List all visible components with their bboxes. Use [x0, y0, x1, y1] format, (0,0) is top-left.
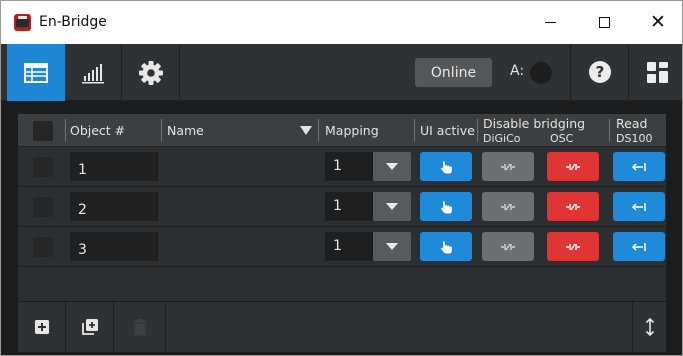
- read-ds100-button[interactable]: [613, 192, 665, 221]
- resize-vertical-icon: [645, 318, 654, 336]
- disable-digico-button[interactable]: [482, 232, 534, 261]
- app-logo-icon: [14, 14, 31, 31]
- unlink-icon: [501, 243, 515, 250]
- table-row: 1: [18, 227, 666, 267]
- close-icon: ✕: [650, 11, 666, 33]
- column-header-digico: DiGiCo: [483, 132, 521, 145]
- table-header: Object # Name Mapping UI active Disable …: [18, 114, 666, 147]
- unlink-icon: [501, 163, 515, 170]
- tab-statistics[interactable]: [65, 44, 122, 101]
- close-button[interactable]: ✕: [635, 1, 681, 44]
- duplicate-icon: [81, 319, 98, 335]
- column-header-object[interactable]: Object #: [70, 114, 125, 147]
- duplicate-row-button[interactable]: [66, 302, 114, 352]
- column-header-osc: OSC: [550, 132, 574, 145]
- title-bar: En-Bridge ✕: [1, 1, 682, 44]
- column-divider: [65, 119, 66, 142]
- mapping-value: 1: [333, 198, 342, 214]
- online-button[interactable]: Online: [415, 58, 492, 87]
- hand-pointer-icon: [440, 201, 452, 213]
- resize-rows-button[interactable]: [632, 302, 666, 352]
- disable-digico-button[interactable]: [482, 192, 534, 221]
- disable-osc-button[interactable]: [547, 192, 599, 221]
- object-number-input[interactable]: [70, 152, 158, 181]
- arrow-left-import-icon: [631, 162, 646, 171]
- column-divider: [414, 119, 415, 142]
- hand-pointer-icon: [440, 241, 452, 253]
- disable-osc-button[interactable]: [547, 152, 599, 181]
- column-header-disable-bridging: Disable bridging: [483, 116, 586, 131]
- column-header-ds100: DS100: [616, 132, 653, 145]
- arrow-left-import-icon: [631, 242, 646, 251]
- mapping-dropdown[interactable]: 1: [325, 152, 411, 181]
- read-ds100-button[interactable]: [613, 232, 665, 261]
- column-divider: [477, 119, 478, 142]
- sort-descending-icon[interactable]: [300, 126, 312, 135]
- minimize-button[interactable]: [527, 1, 573, 44]
- ui-active-button[interactable]: [420, 152, 472, 181]
- delete-row-button[interactable]: [114, 302, 166, 352]
- column-divider: [609, 119, 610, 142]
- tab-table-view[interactable]: [7, 44, 65, 101]
- app-window: En-Bridge ✕ Online A: ? Object # Name Ma…: [0, 0, 683, 356]
- row-select-checkbox[interactable]: [33, 197, 53, 217]
- chevron-down-icon[interactable]: [373, 192, 411, 221]
- gear-icon: [139, 60, 163, 85]
- bar-chart-icon: [82, 63, 104, 83]
- object-table: Object # Name Mapping UI active Disable …: [18, 114, 666, 301]
- add-row-button[interactable]: [18, 302, 66, 352]
- mapping-value: 1: [333, 238, 342, 254]
- protocol-a-status-led: [530, 62, 552, 84]
- disable-digico-button[interactable]: [482, 152, 534, 181]
- window-title: En-Bridge: [39, 14, 107, 30]
- column-header-ui-active: UI active: [420, 123, 475, 138]
- help-icon[interactable]: ?: [589, 61, 611, 83]
- hand-pointer-icon: [440, 161, 452, 173]
- mapping-dropdown[interactable]: 1: [325, 232, 411, 261]
- unlink-icon: [566, 203, 580, 210]
- unlink-icon: [566, 243, 580, 250]
- toolbar-divider: [628, 44, 629, 101]
- maximize-button[interactable]: [581, 1, 627, 44]
- column-divider: [161, 119, 162, 142]
- column-header-mapping[interactable]: Mapping: [325, 114, 379, 147]
- ui-active-button[interactable]: [420, 192, 472, 221]
- object-number-input[interactable]: [70, 192, 158, 221]
- select-all-checkbox[interactable]: [33, 121, 53, 141]
- arrow-left-import-icon: [631, 202, 646, 211]
- unlink-icon: [566, 163, 580, 170]
- column-header-name[interactable]: Name: [167, 114, 204, 147]
- protocol-a-label: A:: [510, 63, 525, 79]
- grid-layout-icon[interactable]: [647, 62, 668, 83]
- mapping-value: 1: [333, 158, 342, 174]
- main-area: Object # Name Mapping UI active Disable …: [1, 101, 682, 355]
- object-number-input[interactable]: [70, 232, 158, 261]
- maximize-icon: [598, 17, 610, 28]
- trash-icon: [132, 318, 147, 335]
- table-toolbar: [18, 302, 666, 352]
- row-select-checkbox[interactable]: [33, 237, 53, 257]
- table-row: 1: [18, 147, 666, 187]
- add-icon: [34, 320, 49, 334]
- mapping-dropdown[interactable]: 1: [325, 192, 411, 221]
- main-toolbar: Online A: ?: [1, 44, 682, 101]
- unlink-icon: [501, 203, 515, 210]
- minimize-icon: [544, 22, 556, 23]
- toolbar-divider: [570, 44, 571, 101]
- row-select-checkbox[interactable]: [33, 157, 53, 177]
- ui-active-button[interactable]: [420, 232, 472, 261]
- column-header-read: Read: [616, 116, 648, 131]
- tab-settings[interactable]: [123, 44, 180, 101]
- table-row: 1: [18, 187, 666, 227]
- column-divider: [318, 119, 319, 142]
- chevron-down-icon[interactable]: [373, 232, 411, 261]
- read-ds100-button[interactable]: [613, 152, 665, 181]
- chevron-down-icon[interactable]: [373, 152, 411, 181]
- disable-osc-button[interactable]: [547, 232, 599, 261]
- table-icon: [24, 62, 48, 83]
